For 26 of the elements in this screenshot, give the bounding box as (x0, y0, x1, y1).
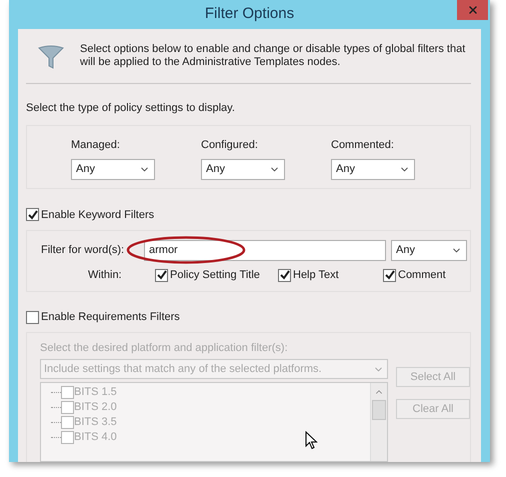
intro-text: Select options below to enable and change or disable types of global filters that will be applied to the Administrative Templates nodes. (80, 43, 466, 69)
platform-item[interactable]: BITS 2.0 (74, 399, 117, 416)
prompt-text: Select the desired platform and application filter(s): (40, 340, 289, 356)
dropdown[interactable]: Any (391, 240, 467, 262)
platform-item[interactable]: BITS 1.5 (74, 384, 117, 401)
checkbox-label: Enable Keyword Filters (41, 208, 154, 223)
dropdown-label: Configured: (201, 138, 259, 153)
field-label: Within: (87, 268, 123, 284)
field-label: Filter for word(s): (41, 243, 126, 258)
dropdown[interactable]: Any (331, 159, 415, 180)
section-label: Select the type of policy settings to display. (26, 101, 236, 116)
checkbox-label: Enable Requirements Filters (41, 310, 180, 325)
action-button[interactable]: Clear All (396, 399, 470, 419)
checkbox-label: Policy Setting Title (170, 268, 260, 284)
dropdown[interactable]: Include settings that match any of the selected platforms. (40, 359, 388, 379)
window-title: Filter Options (204, 4, 294, 24)
keyword-field[interactable]: armor (144, 240, 386, 262)
dropdown-label: Managed: (71, 138, 121, 153)
action-button[interactable]: Select All (396, 367, 470, 387)
checkbox-label: Help Text (293, 268, 339, 284)
dropdown-label: Commented: (331, 138, 395, 153)
platform-item[interactable]: BITS 3.5 (74, 414, 117, 431)
checkbox-label: Comment (398, 268, 446, 284)
platform-item[interactable]: BITS 4.0 (74, 429, 117, 446)
dropdown[interactable]: Any (201, 159, 285, 180)
dropdown[interactable]: Any (71, 159, 155, 180)
